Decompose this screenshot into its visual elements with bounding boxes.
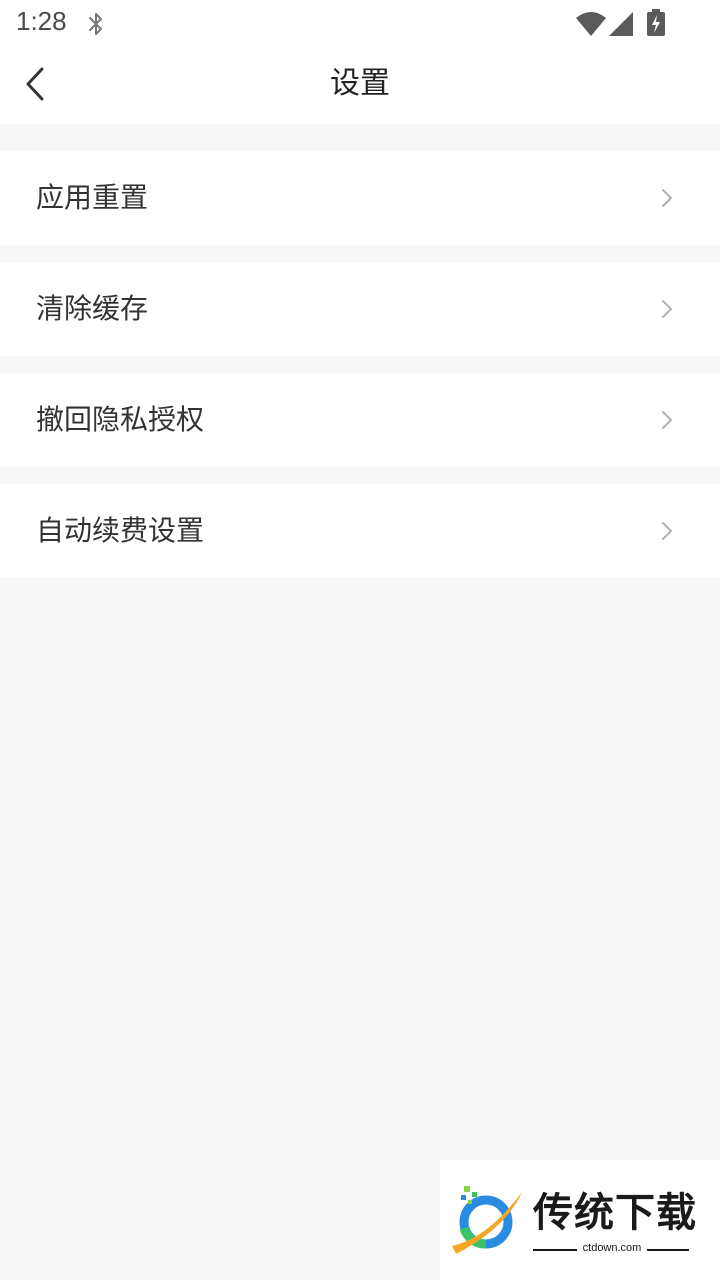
watermark-domain: ctdown.com (582, 1242, 642, 1254)
signal-icon (609, 12, 633, 36)
battery-charging-icon (647, 9, 665, 36)
watermark-divider (533, 1249, 577, 1251)
ctdown-logo-icon (452, 1186, 522, 1254)
menu-item-label: 撤回隐私授权 (36, 403, 205, 436)
menu-item-revoke-privacy[interactable]: 撤回隐私授权 (0, 373, 720, 467)
chevron-right-icon (662, 522, 672, 540)
chevron-right-icon (662, 411, 672, 429)
status-bar: 1:28 (0, 0, 720, 48)
page-title: 设置 (330, 66, 390, 101)
status-time: 1:28 (16, 6, 67, 36)
chevron-right-icon (662, 300, 672, 318)
watermark-brand: 传统下载 (533, 1190, 697, 1236)
menu-item-reset-app[interactable]: 应用重置 (0, 151, 720, 245)
menu-item-auto-renew[interactable]: 自动续费设置 (0, 484, 720, 578)
menu-item-label: 自动续费设置 (36, 514, 205, 547)
menu-item-label: 清除缓存 (36, 292, 149, 325)
watermark-divider (647, 1249, 689, 1251)
chevron-right-icon (662, 189, 672, 207)
menu-item-label: 应用重置 (36, 181, 149, 214)
watermark: 传统下载 ctdown.com (440, 1160, 720, 1280)
wifi-icon (576, 12, 606, 36)
nav-bar: 设置 (0, 48, 720, 124)
menu-item-clear-cache[interactable]: 清除缓存 (0, 262, 720, 356)
bluetooth-icon (89, 13, 102, 35)
